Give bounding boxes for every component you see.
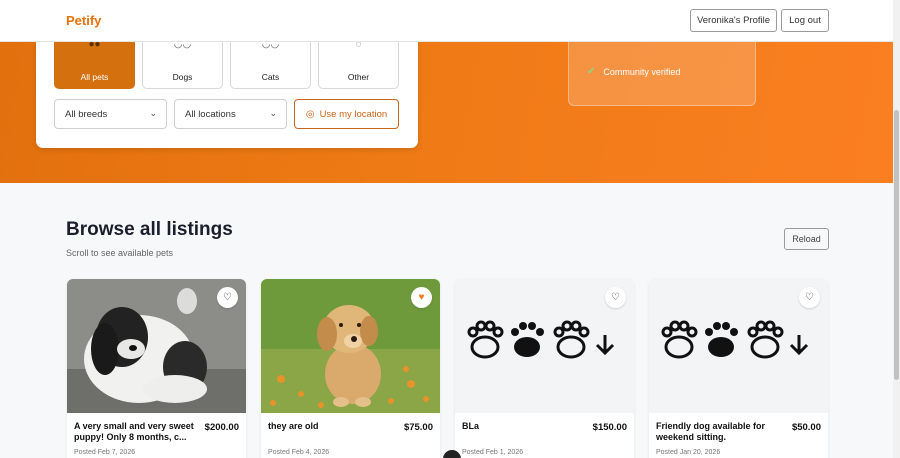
listing-title: they are old: [268, 421, 319, 431]
listing-date: Posted Jan 20, 2026: [656, 449, 721, 456]
paw-print-icons: [467, 320, 615, 359]
filter-card: ●● All pets ◡◡ Dogs ◡◡ Cats ◌ Other All …: [36, 38, 418, 148]
scrollbar-thumb[interactable]: [894, 110, 899, 380]
listing-date: Posted Feb 4, 2026: [268, 449, 330, 456]
use-my-location-button[interactable]: ◎ Use my location: [294, 99, 399, 129]
community-verified-line: ✓ Community verified: [587, 66, 680, 77]
use-location-label: Use my location: [319, 108, 388, 120]
listing-date: Posted Feb 1, 2026: [462, 449, 524, 456]
pet-filter-label: Other: [347, 72, 370, 82]
hero-banner: ●● All pets ◡◡ Dogs ◡◡ Cats ◌ Other All …: [0, 38, 893, 183]
favorite-heart-icon[interactable]: ♡: [605, 287, 626, 308]
pet-filter-label: All pets: [80, 72, 109, 82]
target-icon: ◎: [305, 108, 315, 120]
location-select[interactable]: All locations ⌄: [174, 99, 287, 129]
favorite-heart-icon[interactable]: ♡: [217, 287, 238, 308]
top-navbar: Petify Veronika's Profile Log out: [0, 0, 893, 42]
pet-filter-label: Dogs: [172, 72, 193, 82]
page-scrollbar[interactable]: [893, 0, 900, 458]
paw-placeholder: ♡: [649, 279, 828, 413]
listing-title: Friendly dog available for weekend sitti…: [656, 421, 766, 442]
listing-price: $150.00: [592, 422, 627, 433]
listing-card[interactable]: ♡ A very small and very sweet puppy! Onl…: [67, 279, 246, 458]
pet-filter-label: Cats: [261, 72, 280, 82]
paw-print-icons: [661, 320, 809, 359]
listing-price: $50.00: [791, 422, 821, 433]
listing-card[interactable]: ♡ BLa $150.00 Posted Feb 1, 2026: [455, 279, 634, 458]
golden-puppy-photo: ♥: [261, 279, 440, 413]
profile-button[interactable]: Veronika's Profile: [690, 9, 777, 32]
section-title: Browse all listings: [66, 219, 233, 240]
listing-price: $200.00: [204, 422, 239, 433]
favorite-heart-icon[interactable]: ♡: [799, 287, 820, 308]
chevron-down-icon: ⌄: [149, 108, 157, 118]
listing-card[interactable]: ♡ Friendly dog available for weekend sit…: [649, 279, 828, 458]
listing-price: $75.00: [403, 422, 433, 433]
section-subtitle: Scroll to see available pets: [66, 248, 174, 258]
listing-card[interactable]: ♥ they are old $75.00 Posted Feb 4, 2026: [261, 279, 440, 458]
app-logo[interactable]: Petify: [66, 13, 101, 28]
listing-date: Posted Feb 7, 2026: [74, 449, 136, 456]
pet-filter-other[interactable]: ◌ Other: [318, 38, 399, 89]
breed-select[interactable]: All breeds ⌄: [54, 99, 167, 129]
paw-placeholder: ♡: [455, 279, 634, 413]
pet-filter-all[interactable]: ●● All pets: [54, 38, 135, 89]
pet-filter-cats[interactable]: ◡◡ Cats: [230, 38, 311, 89]
listing-title: A very small and very sweet puppy! Only …: [74, 421, 194, 442]
location-select-value: All locations: [185, 108, 236, 120]
pet-filter-dogs[interactable]: ◡◡ Dogs: [142, 38, 223, 89]
chevron-down-icon: ⌄: [269, 108, 277, 118]
info-card: ✓ Community verified: [568, 42, 756, 106]
community-verified-text: Community verified: [603, 66, 681, 77]
reload-button[interactable]: Reload: [784, 228, 829, 250]
shih-tzu-photo: ♡: [67, 279, 246, 413]
logout-button[interactable]: Log out: [781, 9, 829, 32]
favorite-heart-icon[interactable]: ♥: [411, 287, 432, 308]
breed-select-value: All breeds: [65, 108, 108, 120]
listing-title: BLa: [462, 421, 480, 431]
check-icon: ✓: [587, 66, 596, 77]
